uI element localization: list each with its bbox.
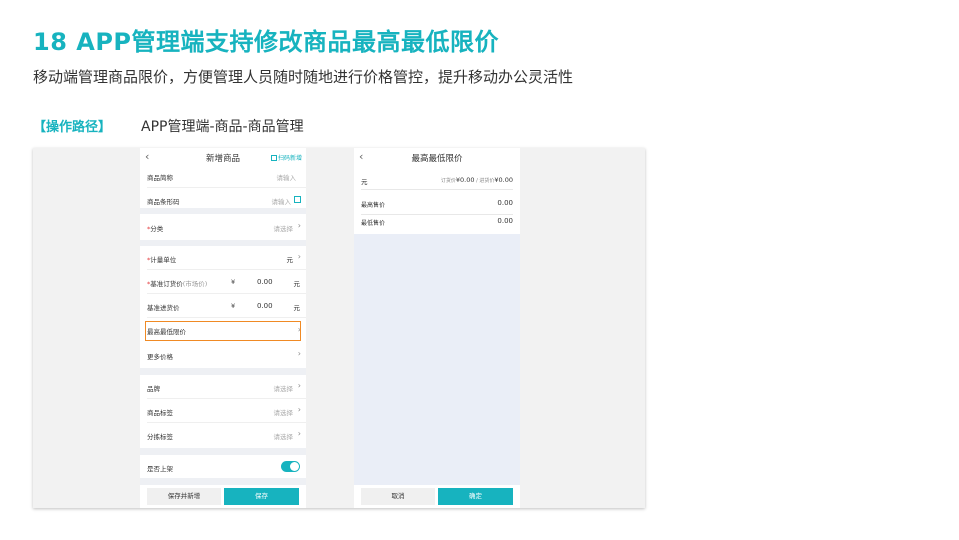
category-row[interactable]: *分类 请选择 › (140, 215, 306, 239)
purchase-price-label: 基准进货价 (147, 304, 180, 312)
operation-path-value: APP管理端-商品-商品管理 (141, 119, 304, 135)
order-price-row: *基准订货价(市场价) ¥ 0.00 元 (140, 270, 306, 294)
currency-unit: 元 (361, 178, 368, 186)
brand-row[interactable]: 品牌 请选择 › (140, 375, 306, 399)
product-name-row[interactable]: 商品简称 请输入 (140, 164, 306, 188)
add-product-footer: 保存并新增 保存 (140, 485, 306, 508)
screenshot-canvas (33, 148, 645, 508)
chevron-right-icon: › (297, 381, 301, 390)
on-shelf-toggle[interactable] (281, 461, 300, 472)
purchase-price-input[interactable]: 0.00 (257, 302, 273, 310)
purchase-price-row: 基准进货价 ¥ 0.00 元 (140, 294, 306, 318)
price-limit-form: 元 订货价¥0.00 / 进货价¥0.00 最高售价 0.00 最低售价 0.0… (354, 170, 520, 234)
on-shelf-row: 是否上架 (140, 455, 306, 479)
confirm-button[interactable]: 确定 (438, 488, 513, 505)
purchase-price-unit: 元 (293, 304, 301, 312)
add-product-screen: ‹ 新增商品 扫码新增 商品简称 请输入 商品条形码 请输入 *分类 请选择 ›… (140, 148, 306, 508)
tag-group: 品牌 请选择 › 商品标签 请选择 › 分拣标签 请选择 › (140, 375, 306, 448)
barcode-row[interactable]: 商品条形码 请输入 (140, 188, 306, 212)
brand-select[interactable]: 请选择 (274, 383, 294, 393)
yen-symbol: ¥ (231, 302, 236, 310)
scan-add-button[interactable]: 扫码新增 (270, 153, 302, 162)
barcode-label: 商品条形码 (147, 198, 180, 206)
unit-label: *计量单位 (147, 256, 177, 264)
sort-tag-row[interactable]: 分拣标签 请选择 › (140, 423, 306, 447)
yen-symbol: ¥ (231, 278, 236, 286)
price-group: *计量单位 元 › *基准订货价(市场价) ¥ 0.00 元 基准进货价 ¥ 0… (140, 246, 306, 368)
max-price-input[interactable]: 0.00 (497, 199, 513, 207)
chevron-right-icon: › (297, 325, 301, 334)
more-price-label: 更多价格 (147, 353, 173, 361)
operation-path-label: 【操作路径】 (33, 120, 112, 135)
min-price-input[interactable]: 0.00 (497, 217, 513, 225)
save-button[interactable]: 保存 (224, 488, 299, 505)
price-limit-footer: 取消 确定 (354, 485, 520, 508)
product-name-label: 商品简称 (147, 174, 173, 182)
category-group: *分类 请选择 › (140, 214, 306, 240)
chevron-right-icon: › (297, 221, 301, 230)
unit-value[interactable]: 元 (287, 254, 294, 264)
chevron-right-icon: › (297, 349, 301, 358)
more-price-row[interactable]: 更多价格 › (140, 343, 306, 367)
save-and-new-button[interactable]: 保存并新增 (147, 488, 221, 505)
barcode-scan-icon[interactable] (294, 196, 301, 203)
barcode-input[interactable]: 请输入 (272, 196, 292, 206)
order-price-input[interactable]: 0.00 (257, 278, 273, 286)
max-price-label: 最高售价 (361, 202, 386, 209)
price-limit-row[interactable]: 最高最低限价 › (140, 319, 306, 343)
price-limit-header: ‹ 最高最低限价 (354, 148, 520, 170)
unit-row[interactable]: *计量单位 元 › (140, 246, 306, 270)
sort-tag-select[interactable]: 请选择 (274, 431, 294, 441)
slide-subtitle: 移动端管理商品限价，方便管理人员随时随地进行价格管控，提升移动办公灵活性 (33, 68, 574, 86)
divider (361, 214, 513, 215)
order-price-label: *基准订货价(市场价) (147, 280, 208, 288)
min-price-label: 最低售价 (361, 220, 386, 227)
product-tag-label: 商品标签 (147, 409, 173, 417)
scan-icon (270, 155, 277, 161)
divider (361, 189, 513, 190)
chevron-right-icon: › (297, 405, 301, 414)
category-select[interactable]: 请选择 (274, 223, 294, 233)
page-title: 最高最低限价 (411, 154, 463, 164)
on-shelf-label: 是否上架 (147, 465, 173, 473)
chevron-right-icon: › (297, 252, 301, 261)
basic-info-group: 商品简称 请输入 商品条形码 请输入 (140, 170, 306, 208)
order-price-unit: 元 (293, 280, 301, 288)
price-limit-label: 最高最低限价 (147, 328, 186, 336)
shelf-group: 是否上架 (140, 455, 306, 478)
sort-tag-label: 分拣标签 (147, 433, 173, 441)
category-label: *分类 (147, 225, 164, 233)
brand-label: 品牌 (147, 385, 160, 393)
chevron-right-icon: › (297, 429, 301, 438)
cancel-button[interactable]: 取消 (361, 488, 435, 505)
product-tag-row[interactable]: 商品标签 请选择 › (140, 399, 306, 423)
divider (147, 317, 306, 318)
scan-add-label: 扫码新增 (277, 155, 302, 162)
product-name-input[interactable]: 请输入 (277, 172, 297, 182)
reference-price: 订货价¥0.00 / 进货价¥0.00 (440, 176, 513, 184)
product-tag-select[interactable]: 请选择 (274, 407, 294, 417)
price-limit-screen: ‹ 最高最低限价 元 订货价¥0.00 / 进货价¥0.00 最高售价 0.00… (354, 148, 520, 508)
slide-title: 18 APP管理端支持修改商品最高最低限价 (33, 28, 500, 56)
